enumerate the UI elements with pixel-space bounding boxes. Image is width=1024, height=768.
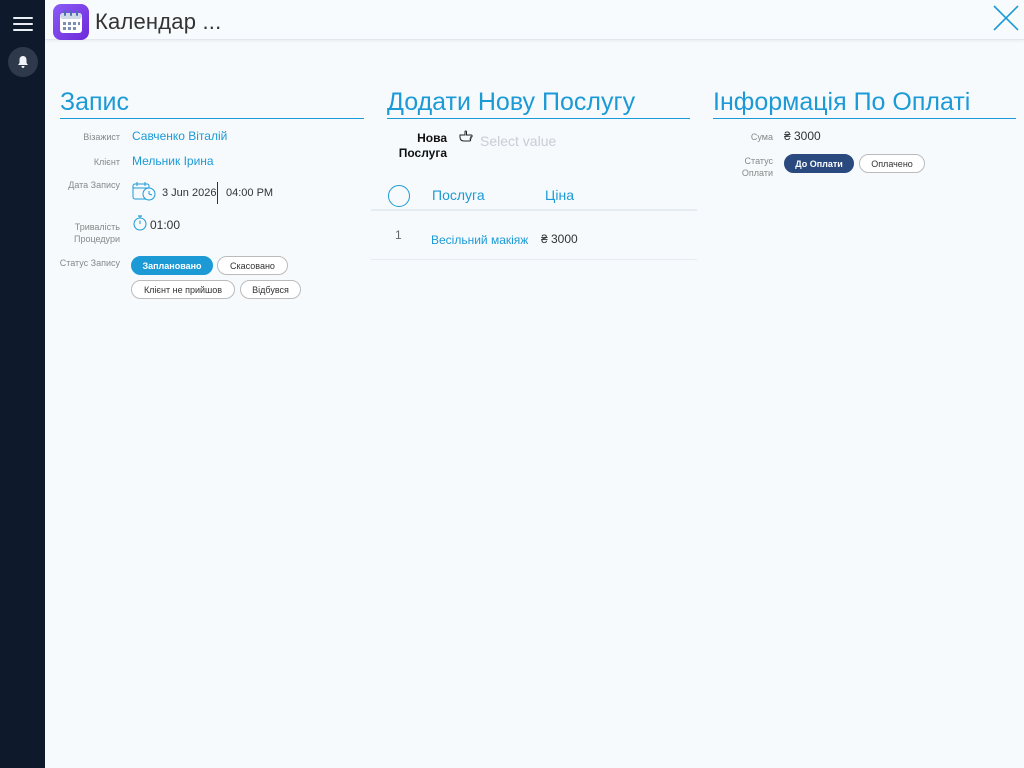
- select-all-checkbox[interactable]: [388, 185, 410, 207]
- payment-status-label: Статус Оплати: [741, 156, 773, 178]
- date-time-divider: [217, 182, 218, 204]
- new-service-label: Нова Послуга: [398, 131, 447, 160]
- stylist-value[interactable]: Савченко Віталій: [132, 129, 227, 143]
- booking-section-title: Запис: [60, 88, 364, 119]
- client-label: Клієнт: [93, 157, 120, 167]
- service-section-title: Додати Нову Послугу: [387, 88, 690, 119]
- time-value[interactable]: 04:00 PM: [226, 187, 273, 199]
- duration-value[interactable]: 01:00: [150, 218, 180, 232]
- sum-label: Сума: [750, 132, 773, 142]
- pointer-hand-icon: [459, 130, 475, 148]
- stopwatch-icon: [132, 214, 148, 236]
- hamburger-menu-icon[interactable]: [13, 17, 33, 33]
- column-header-price[interactable]: Ціна: [545, 187, 574, 203]
- close-icon[interactable]: [992, 4, 1020, 32]
- row-service-name[interactable]: Весільний макіяж: [431, 233, 528, 247]
- date-label: Дата Запису: [68, 180, 120, 190]
- status-no-show-button[interactable]: Клієнт не прийшов: [131, 280, 235, 299]
- service-select-input[interactable]: Select value: [480, 133, 556, 149]
- booking-status-label: Статус Запису: [59, 258, 120, 268]
- column-header-service[interactable]: Послуга: [432, 187, 485, 203]
- duration-label: Тривалість Процедури: [73, 222, 120, 244]
- row-index: 1: [395, 228, 402, 242]
- calendar-clock-icon[interactable]: [132, 181, 158, 208]
- client-value[interactable]: Мельник Ірина: [132, 154, 214, 168]
- page-title: Календар ...: [95, 9, 222, 34]
- sum-value: ₴ 3000: [784, 129, 821, 143]
- payment-due-button[interactable]: До Оплати: [784, 154, 854, 173]
- row-price: ₴ 3000: [541, 232, 578, 246]
- status-cancelled-button[interactable]: Скасовано: [217, 256, 288, 275]
- date-value[interactable]: 3 Jun 2026: [162, 187, 216, 199]
- notifications-bell-icon[interactable]: [8, 47, 38, 77]
- services-table-header: Послуга Ціна: [371, 180, 697, 211]
- table-row[interactable]: 1 Весільний макіяж ₴ 3000: [371, 214, 697, 260]
- header-bar: Календар ...: [45, 0, 1024, 40]
- status-completed-button[interactable]: Відбувся: [240, 280, 301, 299]
- status-scheduled-button[interactable]: Заплановано: [131, 256, 213, 275]
- calendar-app-icon: [53, 4, 89, 40]
- payment-paid-button[interactable]: Оплачено: [859, 154, 925, 173]
- payment-section-title: Інформація По Оплаті: [713, 88, 1016, 119]
- stylist-label: Візажист: [83, 132, 120, 142]
- sidebar: [0, 0, 45, 768]
